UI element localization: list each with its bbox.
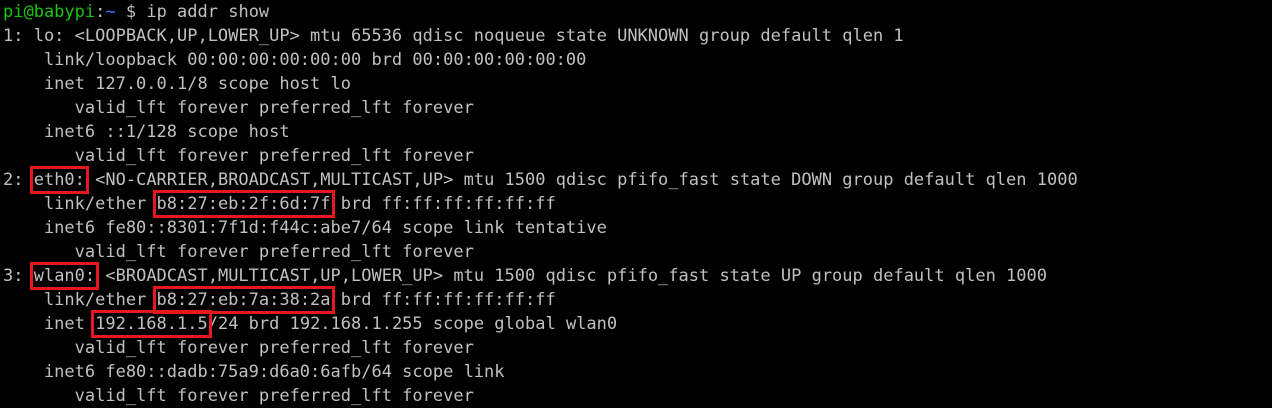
output-line-eth0-mac: link/ether b8:27:eb:2f:6d:7f brd ff:ff:f…: [3, 190, 1272, 218]
output-line-wlan0-mac: link/ether b8:27:eb:7a:38:2a brd ff:ff:f…: [3, 286, 1272, 314]
interface-flags: <BROADCAST,MULTICAST,UP,LOWER_UP> mtu 15…: [95, 266, 1047, 286]
broadcast-address: brd ff:ff:ff:ff:ff:ff: [330, 290, 556, 310]
highlight-wlan0-ip: 192.168.1.5: [91, 310, 212, 338]
link-ether-label: link/ether: [3, 194, 157, 214]
prompt-path: ~: [105, 2, 116, 22]
output-line-eth0: 2: eth0: <NO-CARRIER,BROADCAST,MULTICAST…: [3, 166, 1272, 194]
interface-index: 2:: [3, 170, 34, 190]
output-line-wlan0-ip: inet 192.168.1.5/24 brd 192.168.1.255 sc…: [3, 310, 1272, 338]
output-line: valid_lft forever preferred_lft forever: [3, 98, 474, 118]
broadcast-address: brd ff:ff:ff:ff:ff:ff: [330, 194, 556, 214]
output-line: inet6 ::1/128 scope host: [3, 122, 290, 142]
prompt-colon: :: [95, 2, 106, 22]
command-text: ip addr show: [146, 2, 270, 22]
highlight-wlan0-name: wlan0:: [29, 262, 100, 290]
highlight-wlan0-mac: b8:27:eb:7a:38:2a: [152, 286, 335, 314]
output-line: valid_lft forever preferred_lft forever: [3, 146, 474, 166]
output-line: inet6 fe80::dadb:75a9:d6a0:6afb/64 scope…: [3, 362, 505, 382]
link-ether-label: link/ether: [3, 290, 157, 310]
output-line: valid_lft forever preferred_lft forever: [3, 338, 474, 358]
interface-flags: <NO-CARRIER,BROADCAST,MULTICAST,UP> mtu …: [84, 170, 1078, 190]
prompt-line: pi@babypi:~ $ ip addr show: [3, 0, 1272, 24]
output-line-wlan0: 3: wlan0: <BROADCAST,MULTICAST,UP,LOWER_…: [3, 262, 1272, 290]
prompt-user-host: pi@babypi: [3, 2, 96, 22]
output-line: link/loopback 00:00:00:00:00:00 brd 00:0…: [3, 50, 587, 70]
inet-details: /24 brd 192.168.1.255 scope global wlan0: [207, 314, 618, 334]
output-line: valid_lft forever preferred_lft forever: [3, 242, 474, 262]
output-line: inet6 fe80::8301:7f1d:f44c:abe7/64 scope…: [3, 218, 607, 238]
terminal-window[interactable]: pi@babypi:~ $ ip addr show 1: lo: <LOOPB…: [0, 0, 1272, 406]
output-line: valid_lft forever preferred_lft forever: [3, 386, 474, 406]
prompt-symbol: $: [115, 2, 147, 22]
interface-index: 3:: [3, 266, 34, 286]
highlight-eth0-mac: b8:27:eb:2f:6d:7f: [152, 190, 335, 218]
highlight-eth0-name: eth0:: [29, 166, 89, 194]
inet-label: inet: [3, 314, 96, 334]
output-line: inet 127.0.0.1/8 scope host lo: [3, 74, 351, 94]
output-line: 1: lo: <LOOPBACK,UP,LOWER_UP> mtu 65536 …: [3, 26, 904, 46]
